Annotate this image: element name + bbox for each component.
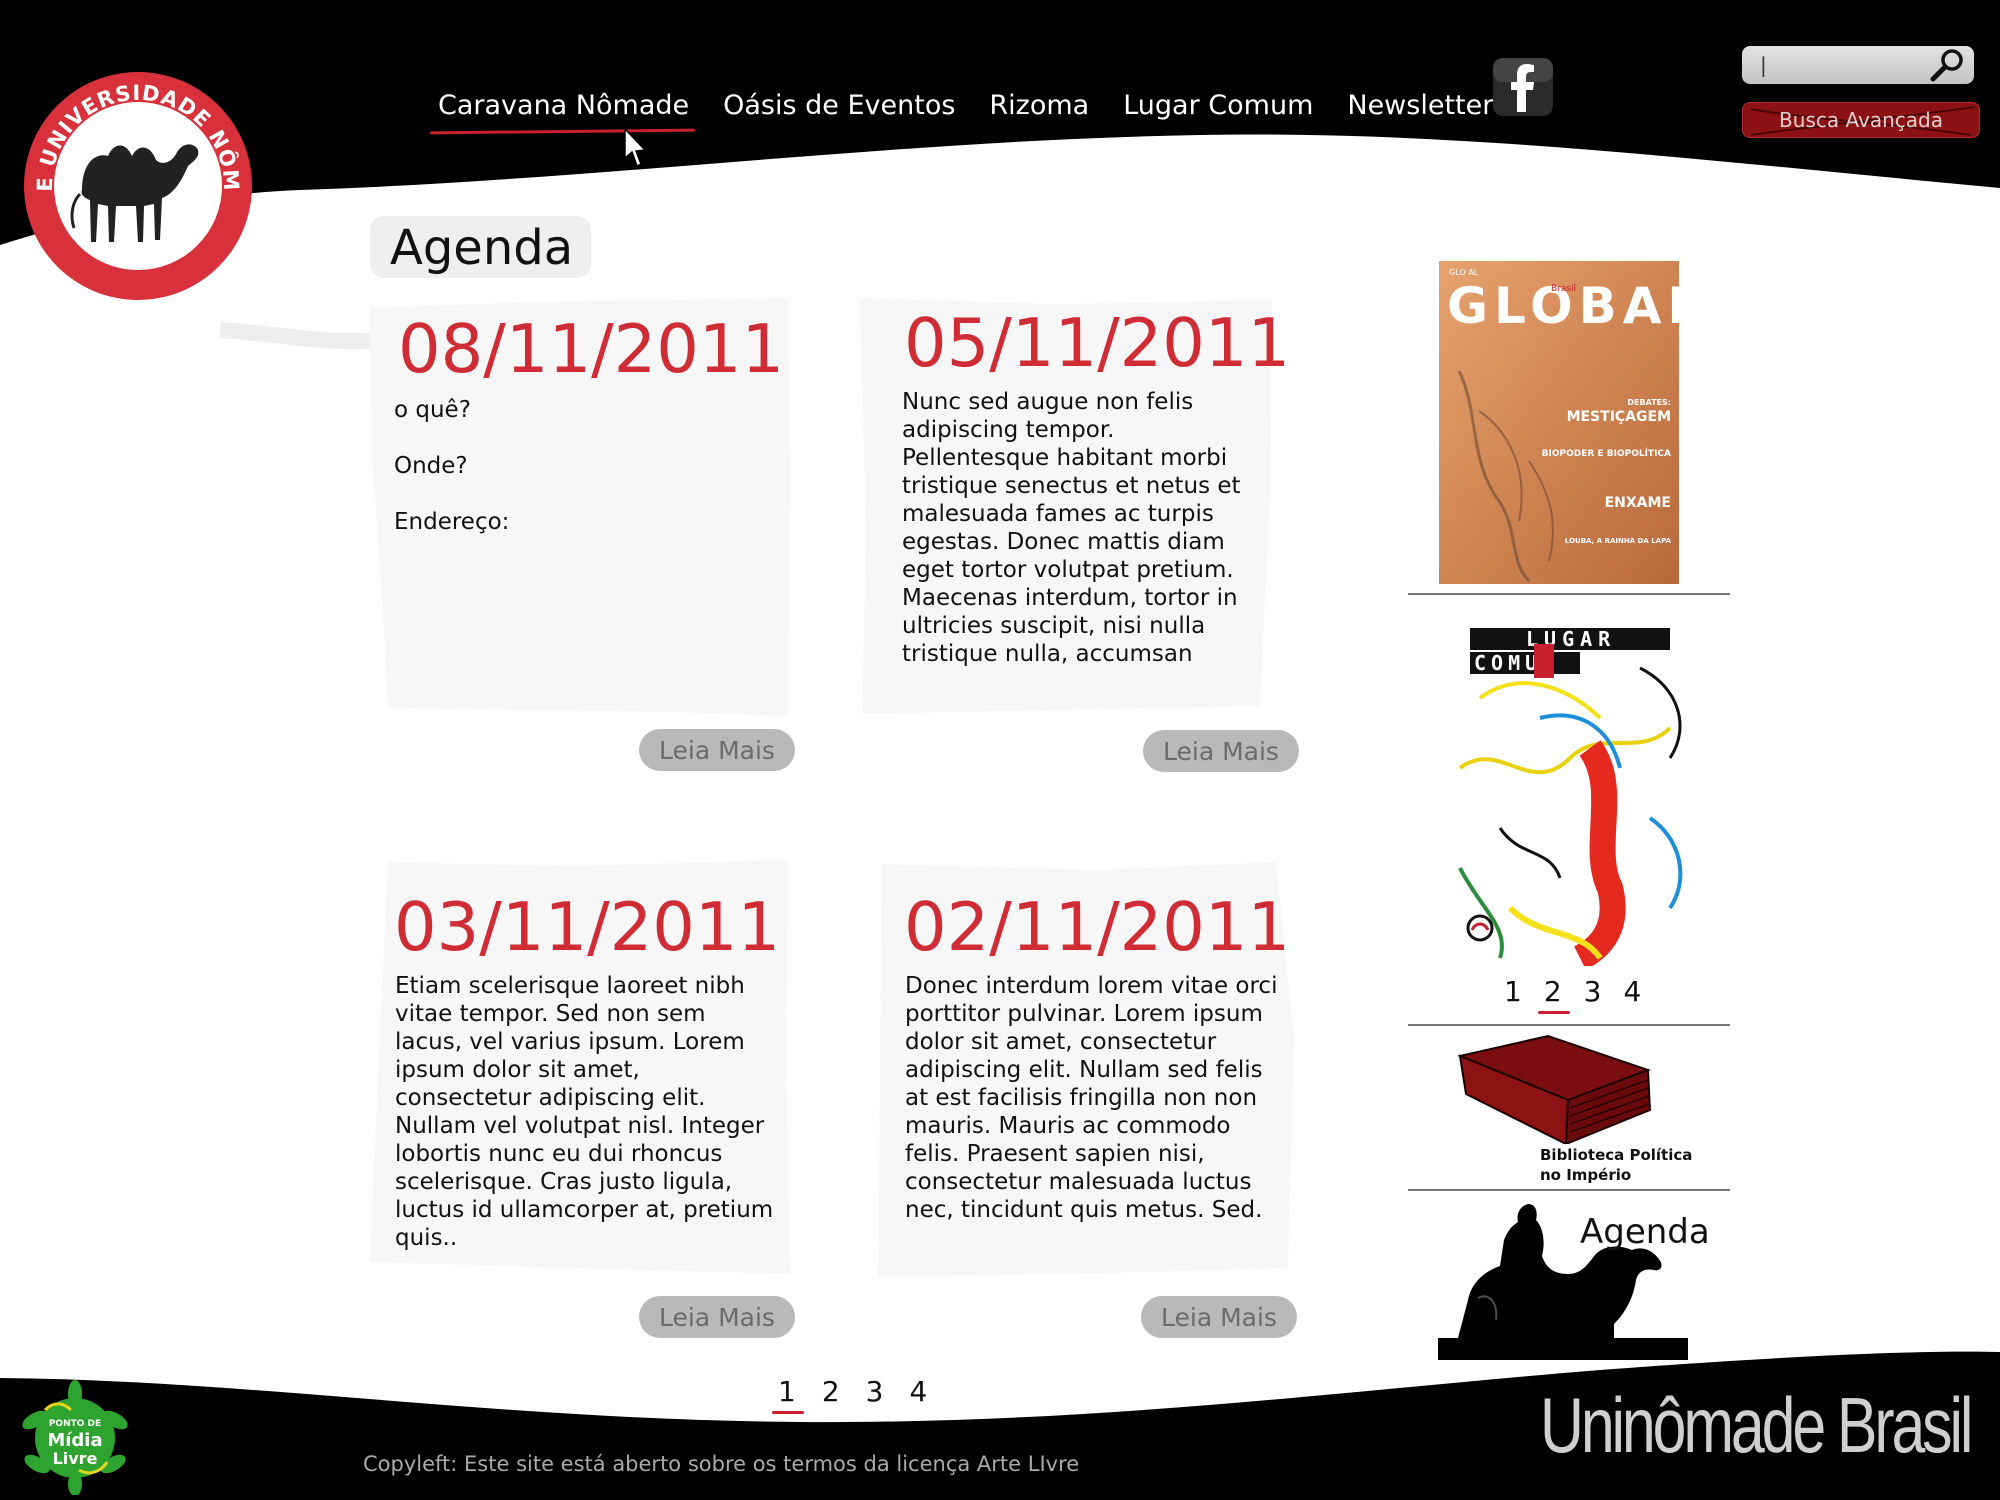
book-label[interactable]: Biblioteca Política no Império (1540, 1145, 1730, 1185)
advanced-search-label: Busca Avançada (1779, 108, 1943, 132)
event-body: Etiam scelerisque laoreet nibh vitae tem… (395, 973, 774, 1251)
event-card: 08/11/2011 o quê? Onde? Endereço: (368, 296, 794, 716)
read-more-button[interactable]: Leia Mais (639, 729, 795, 771)
magazine-headline: ENXAME (1605, 495, 1671, 511)
sidebar-page-link-2[interactable]: 2 (1537, 975, 1570, 1014)
magazine-headline: BIOPODER E BIOPOLÍTICA (1542, 447, 1671, 459)
nav-caravana-nomade[interactable]: Caravana Nômade (438, 90, 689, 121)
page-title: Agenda (370, 216, 592, 278)
rede-universidade-nomade-logo[interactable]: REDE UNIVERSIDADE NÔMADE (22, 70, 254, 302)
magazine-headline: MESTIÇAGEM (1567, 409, 1671, 425)
read-more-button[interactable]: Leia Mais (639, 1296, 795, 1338)
sidebar-divider (1408, 1024, 1730, 1026)
event-card: 02/11/2011 Donec interdum lorem vitae or… (876, 858, 1296, 1278)
copyleft-notice: Copyleft: Este site está aberto sobre os… (363, 1452, 1080, 1476)
sidebar-divider (1408, 1189, 1730, 1191)
event-card: 03/11/2011 Etiam scelerisque laoreet nib… (368, 858, 794, 1278)
event-body: Nunc sed augue non felis adipiscing temp… (902, 389, 1241, 667)
facebook-icon[interactable] (1493, 58, 1553, 116)
read-more-button[interactable]: Leia Mais (1141, 1296, 1297, 1338)
sidebar-divider (1408, 593, 1730, 595)
page-link-3[interactable]: 3 (866, 1375, 884, 1408)
events-pagination: 1 2 3 4 (772, 1375, 927, 1414)
lugar-comum-magazine-cover[interactable]: LUGAR COMUM (1440, 608, 1700, 966)
nav-newsletter[interactable]: Newsletter (1347, 90, 1493, 121)
magazine-small-title: GLO AL (1449, 268, 1479, 277)
magazine-headline: DEBATES: (1627, 398, 1671, 407)
book-icon[interactable] (1458, 1034, 1658, 1144)
advanced-search-button[interactable]: Busca Avançada (1742, 102, 1980, 138)
event-field-address: Endereço: (394, 509, 510, 535)
sidebar-agenda-label[interactable]: Agenda (1580, 1212, 1710, 1252)
page-link-1[interactable]: 1 (772, 1375, 804, 1414)
event-date: 08/11/2011 (398, 310, 785, 388)
nav-lugar-comum[interactable]: Lugar Comum (1123, 90, 1313, 121)
sidebar-page-link-1[interactable]: 1 (1504, 975, 1522, 1008)
event-date: 03/11/2011 (394, 888, 781, 966)
uninomade-brasil-brand: Uninômade Brasil (1540, 1381, 1973, 1469)
ponto-de-midia-livre-logo[interactable]: PONTO DE Mídia Livre (15, 1380, 135, 1495)
sidebar-page-link-4[interactable]: 4 (1623, 975, 1641, 1008)
logo-text: Livre (53, 1449, 98, 1468)
event-card: 05/11/2011 Nunc sed augue non felis adip… (856, 294, 1290, 714)
event-body: Donec interdum lorem vitae orci porttito… (905, 973, 1278, 1223)
header-soft-shadow (219, 322, 381, 350)
nav-rizoma[interactable]: Rizoma (989, 90, 1089, 121)
main-navigation: Caravana Nômade Oásis de Eventos Rizoma … (438, 90, 1493, 121)
sidebar-pagination: 1 2 3 4 (1504, 975, 1641, 1014)
global-magazine-cover[interactable]: GLO AL GLOBAL Brasil DEBATES: MESTIÇAGEM… (1439, 261, 1679, 584)
sidebar-page-link-3[interactable]: 3 (1584, 975, 1602, 1008)
page-link-4[interactable]: 4 (909, 1375, 927, 1408)
book-label-line: Biblioteca Política (1540, 1146, 1693, 1164)
magnifier-icon[interactable] (1930, 48, 1966, 82)
page-link-2[interactable]: 2 (822, 1375, 840, 1408)
event-field-what: o quê? (394, 397, 471, 423)
event-date: 02/11/2011 (904, 888, 1291, 966)
mouse-cursor-icon (624, 128, 646, 168)
nav-oasis-de-eventos[interactable]: Oásis de Eventos (723, 90, 955, 121)
event-details: o quê? Onde? Endereço: (394, 396, 774, 564)
event-field-where: Onde? (394, 453, 468, 479)
logo-text: Mídia (47, 1430, 102, 1451)
logo-text: PONTO DE (49, 1419, 101, 1429)
magazine-subtitle: Brasil (1551, 284, 1576, 294)
magazine-headline: LOUBA, A RAINHA DA LAPA (1565, 537, 1672, 545)
header-black-band (0, 0, 2000, 245)
book-label-line: no Império (1540, 1166, 1632, 1184)
event-date: 05/11/2011 (904, 304, 1291, 382)
read-more-button[interactable]: Leia Mais (1143, 730, 1299, 772)
